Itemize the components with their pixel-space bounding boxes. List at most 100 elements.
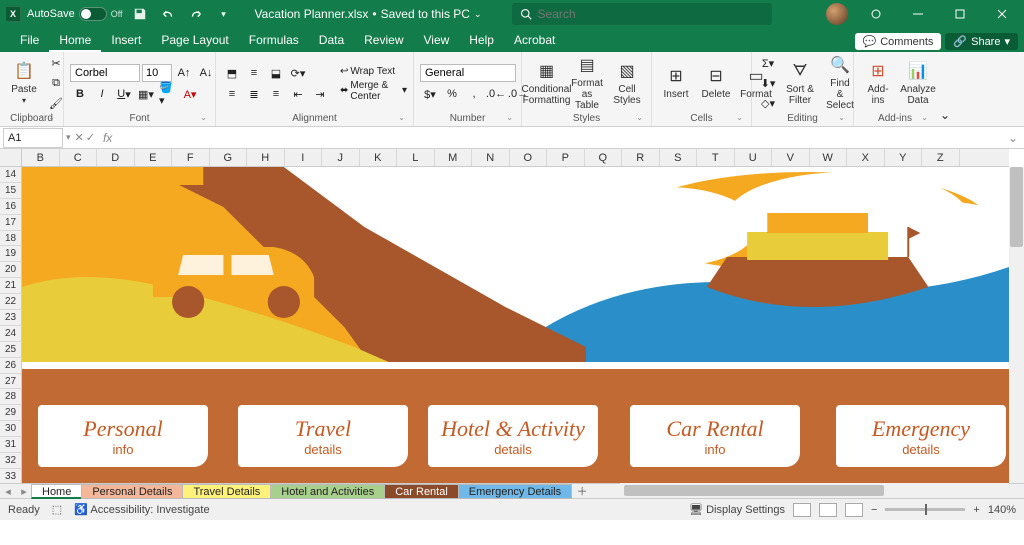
close-button[interactable] [982,0,1022,28]
col-G[interactable]: G [210,149,248,166]
col-U[interactable]: U [735,149,773,166]
bold-button[interactable]: B [70,85,90,103]
select-all-corner[interactable] [0,149,22,167]
worksheet-grid[interactable]: BCDEFGHIJKLMNOPQRSTUVWXYZ 14151617181920… [0,149,1024,498]
zoom-out-button[interactable]: − [871,504,877,516]
col-D[interactable]: D [97,149,135,166]
sheet-tab-home[interactable]: Home [31,484,82,499]
menu-tab-acrobat[interactable]: Acrobat [504,29,565,52]
comma-button[interactable]: , [464,85,484,103]
zoom-level[interactable]: 140% [988,504,1016,516]
row-27[interactable]: 27 [0,374,22,390]
align-top-button[interactable]: ⬒ [222,64,242,82]
dec-inc-button[interactable]: .0← [486,85,506,103]
col-Q[interactable]: Q [585,149,623,166]
col-V[interactable]: V [772,149,810,166]
sheet-tab-car-rental[interactable]: Car Rental [384,484,459,499]
card-travel[interactable]: Traveldetails [238,405,408,467]
enter-formula-button[interactable]: ✓ [86,131,95,144]
menu-tab-file[interactable]: File [10,29,49,52]
row-20[interactable]: 20 [0,262,22,278]
align-bottom-button[interactable]: ⬓ [266,64,286,82]
col-R[interactable]: R [622,149,660,166]
name-box[interactable]: A1 [3,128,63,148]
format-as-table-button[interactable]: ▤Format as Table [569,54,605,113]
border-button[interactable]: ▦▾ [136,85,156,103]
zoom-in-button[interactable]: + [973,504,979,516]
comments-button[interactable]: 💬 Comments [855,33,942,50]
format-painter-button[interactable]: 🖌 [46,95,66,113]
cell-styles-button[interactable]: ▧Cell Styles [609,60,645,108]
merge-center-button[interactable]: ⬌ Merge & Center ▾ [340,80,407,102]
indent-dec-button[interactable]: ⇤ [288,85,308,103]
row-26[interactable]: 26 [0,358,22,374]
autosave-toggle[interactable]: AutoSave Off [27,7,123,21]
undo-button[interactable] [157,3,179,25]
save-button[interactable] [129,3,151,25]
paste-button[interactable]: 📋Paste▾ [6,60,42,108]
row-16[interactable]: 16 [0,199,22,215]
clear-button[interactable]: ◇▾ [758,95,778,113]
sort-filter-button[interactable]: ᗊSort & Filter [782,60,818,108]
cancel-formula-button[interactable]: ✕ [75,131,84,144]
font-name-select[interactable] [70,64,140,82]
col-Y[interactable]: Y [885,149,923,166]
redo-button[interactable] [185,3,207,25]
menu-tab-data[interactable]: Data [309,29,354,52]
col-K[interactable]: K [360,149,398,166]
row-30[interactable]: 30 [0,421,22,437]
search-input[interactable] [538,7,764,21]
align-left-button[interactable]: ≡ [222,85,242,103]
menu-tab-review[interactable]: Review [354,29,413,52]
copy-button[interactable]: ⧉ [46,75,66,93]
addins-button[interactable]: ⊞Add-ins [860,60,896,108]
search-box[interactable] [512,3,772,25]
accessibility-status[interactable]: ♿ Accessibility: Investigate [74,503,209,516]
align-right-button[interactable]: ≡ [266,85,286,103]
find-select-button[interactable]: 🔍Find & Select [822,54,858,113]
col-F[interactable]: F [172,149,210,166]
card-hotel-activity[interactable]: Hotel & Activitydetails [428,405,598,467]
font-size-select[interactable] [142,64,172,82]
col-O[interactable]: O [510,149,548,166]
page-break-view-button[interactable] [845,503,863,517]
row-15[interactable]: 15 [0,183,22,199]
user-avatar[interactable] [826,3,848,25]
number-format-select[interactable] [420,64,516,82]
ribbon-mode-button[interactable] [856,0,896,28]
row-28[interactable]: 28 [0,389,22,405]
formula-input[interactable] [116,132,1002,144]
menu-tab-page-layout[interactable]: Page Layout [151,29,238,52]
row-headers[interactable]: 1415161718192021222324252627282930313233 [0,167,22,485]
document-title[interactable]: Vacation Planner.xlsx • Saved to this PC… [255,7,482,21]
page-layout-view-button[interactable] [819,503,837,517]
col-T[interactable]: T [697,149,735,166]
sheet-tab-hotel-and-activities[interactable]: Hotel and Activities [270,484,385,499]
new-sheet-button[interactable]: ＋ [572,483,592,499]
row-22[interactable]: 22 [0,294,22,310]
sheet-tab-travel-details[interactable]: Travel Details [182,484,271,499]
column-headers[interactable]: BCDEFGHIJKLMNOPQRSTUVWXYZ [22,149,1009,167]
underline-button[interactable]: U▾ [114,85,134,103]
cut-button[interactable]: ✂ [46,55,66,73]
card-car-rental[interactable]: Car Rentalinfo [630,405,800,467]
col-P[interactable]: P [547,149,585,166]
grow-font-button[interactable]: A↑ [174,64,194,82]
row-25[interactable]: 25 [0,342,22,358]
analyze-data-button[interactable]: 📊Analyze Data [900,60,936,108]
fx-icon[interactable]: fx [99,131,116,145]
col-W[interactable]: W [810,149,848,166]
vertical-scrollbar[interactable] [1009,167,1024,483]
row-19[interactable]: 19 [0,246,22,262]
shrink-font-button[interactable]: A↓ [196,64,216,82]
col-Z[interactable]: Z [922,149,960,166]
col-B[interactable]: B [22,149,60,166]
italic-button[interactable]: I [92,85,112,103]
menu-tab-formulas[interactable]: Formulas [239,29,309,52]
insert-cells-button[interactable]: ⊞Insert [658,65,694,102]
menu-tab-insert[interactable]: Insert [101,29,151,52]
sheet-nav-prev[interactable]: ◂ [0,485,16,498]
qat-dropdown[interactable]: ▾ [213,3,235,25]
sheet-tab-emergency-details[interactable]: Emergency Details [458,484,572,499]
col-N[interactable]: N [472,149,510,166]
